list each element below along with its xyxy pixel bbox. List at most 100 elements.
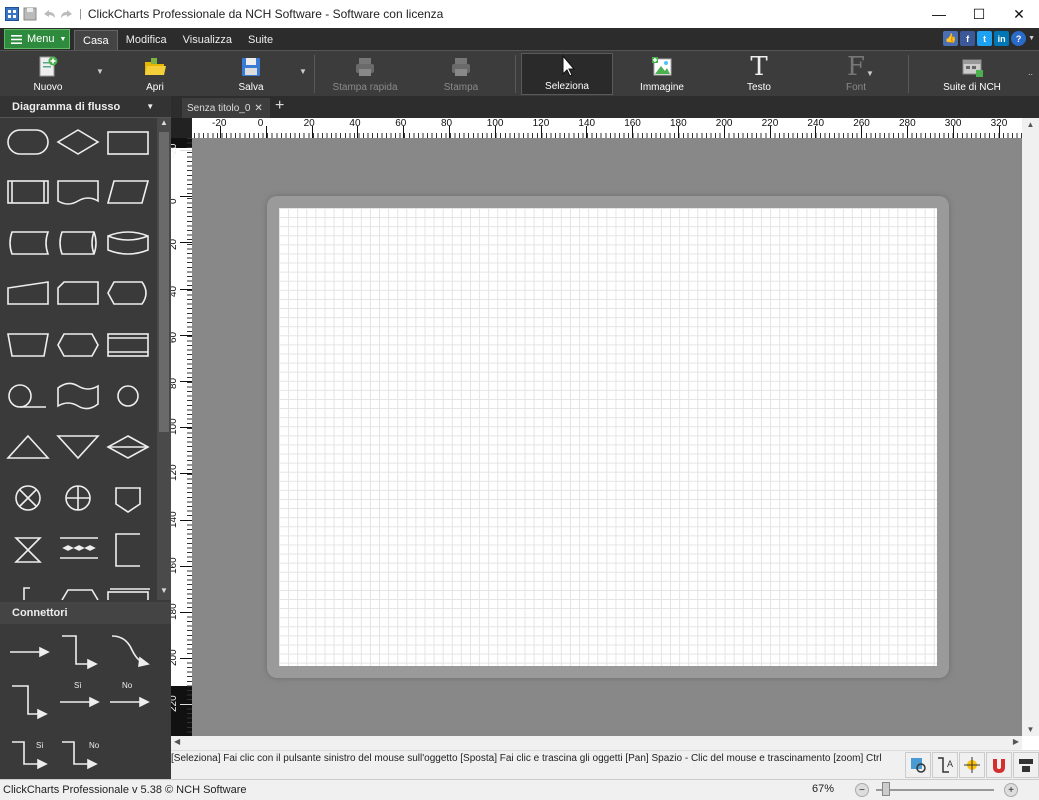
ruler-major-tick (180, 565, 192, 567)
magnet-icon[interactable] (986, 752, 1012, 778)
connector-elbow-down (12, 685, 48, 720)
scroll-thumb[interactable] (159, 132, 169, 432)
ruler-label-v: 140 (171, 510, 179, 528)
ruler-major-tick (449, 126, 450, 138)
minimize-button[interactable]: — (919, 0, 959, 28)
page-grid[interactable] (279, 208, 937, 666)
ruler-major-tick (586, 126, 588, 138)
ruler-major-tick (180, 150, 192, 151)
text-connector-icon[interactable]: A (932, 752, 958, 778)
shape-extract (6, 434, 50, 459)
ruler-label-v: 60 (171, 331, 179, 343)
ruler-minor-ticks (192, 118, 1022, 138)
image-button[interactable]: Immagine (634, 53, 690, 95)
toolbar-overflow-icon[interactable]: .. (1028, 67, 1033, 77)
save-dropdown-icon[interactable]: ▼ (299, 67, 307, 76)
scroll-left-icon[interactable]: ◀ (174, 737, 180, 746)
print-button[interactable]: Stampa (436, 53, 486, 95)
ruler-major-tick (907, 126, 908, 138)
canvas-vertical-scrollbar[interactable]: ▲ ▼ (1022, 118, 1039, 736)
shapes-panel-header[interactable]: Diagramma di flusso ▼ (0, 96, 171, 118)
ruler-major-tick (769, 126, 771, 138)
linkedin-icon[interactable]: in (994, 31, 1010, 46)
tab-suite[interactable]: Suite (240, 30, 281, 50)
shape-stored-data (9, 231, 50, 255)
image-icon (650, 55, 674, 79)
scroll-up-icon[interactable]: ▲ (157, 118, 171, 132)
ruler-label-v: 0 (171, 199, 179, 205)
ruler-major-tick (632, 126, 634, 138)
horizontal-ruler: -20 0 20 40 60 80 100 120 140 160 180 200 220 240 260 2… (192, 118, 1022, 138)
open-button[interactable]: Apri (130, 53, 180, 95)
connector-yes (60, 696, 100, 708)
image-label: Immagine (640, 82, 684, 93)
canvas-horizontal-scrollbar[interactable]: ◀ ▶ (171, 736, 1022, 750)
status-hint: [Seleziona] Fai clic con il pulsante sin… (171, 753, 882, 764)
quick-save-icon[interactable] (23, 7, 37, 21)
toolbar-divider (314, 55, 315, 93)
ruler-major-tick (180, 381, 192, 382)
ruler-major-tick (952, 126, 954, 138)
undo-icon[interactable] (41, 7, 55, 21)
zoom-slider[interactable] (876, 789, 994, 791)
scroll-right-icon[interactable]: ▶ (1013, 737, 1019, 746)
new-label: Nuovo (33, 82, 63, 93)
redo-icon[interactable] (59, 7, 73, 21)
ruler-label-v: 80 (171, 377, 179, 389)
document-tabs: Senza titolo_0 ✕ + (171, 96, 1039, 118)
vertical-ruler: -20 0 20 40 60 80 100 120 140 160 180 200 220 (171, 138, 192, 736)
cursor-arrow-icon (555, 54, 579, 78)
close-button[interactable]: ✕ (999, 0, 1039, 28)
connector-straight (10, 646, 50, 658)
menu-button[interactable]: Menu ▼ (4, 29, 70, 49)
shape-predefined-process (7, 180, 49, 204)
print-label: Stampa (443, 82, 479, 93)
ruler-label-h: 40 (349, 118, 361, 129)
ruler-label-v: -20 (171, 143, 179, 158)
document-tab[interactable]: Senza titolo_0 ✕ (182, 98, 270, 118)
status-bar: [Seleziona] Fai clic con il pulsante sin… (171, 750, 1039, 779)
ruler-label-v: 20 (171, 239, 179, 251)
twitter-icon[interactable]: t (977, 31, 993, 46)
zoom-in-button[interactable]: + (1004, 783, 1018, 797)
open-label: Apri (146, 82, 164, 93)
facebook-icon[interactable]: f (960, 31, 976, 46)
scroll-down-icon[interactable]: ▼ (157, 586, 171, 600)
ruler-major-tick (180, 427, 192, 429)
tab-visualizza[interactable]: Visualizza (175, 30, 240, 50)
shape-manual-operation (7, 333, 49, 357)
text-button[interactable]: T Testo (738, 52, 780, 95)
help-icon[interactable]: ? (1011, 31, 1027, 46)
snap-icon[interactable] (959, 752, 985, 778)
drawing-canvas[interactable] (192, 138, 1022, 736)
tab-modifica[interactable]: Modifica (118, 30, 175, 50)
zoom-out-button[interactable]: − (855, 783, 869, 797)
close-tab-icon[interactable]: ✕ (254, 103, 262, 114)
quick-print-button[interactable]: Stampa rapida (330, 53, 400, 95)
connector-elbow-yes-label: Sì (36, 741, 44, 750)
nch-suite-button[interactable]: Suite di NCH (940, 53, 1004, 95)
ruler-label-v: 220 (171, 695, 179, 713)
shapes-scrollbar[interactable]: ▲ ▼ (157, 118, 171, 600)
ruler-label-h: 80 (441, 118, 453, 129)
save-button[interactable]: Salva (226, 53, 276, 95)
scroll-up-icon[interactable]: ▲ (1022, 120, 1039, 129)
ruler-major-tick (180, 612, 192, 613)
shape-sequential-data (8, 384, 32, 408)
align-icon[interactable] (1013, 752, 1039, 778)
window-title: ClickCharts Professionale da NCH Softwar… (87, 7, 444, 21)
font-dropdown-icon[interactable]: ▼ (866, 69, 874, 78)
add-tab-button[interactable]: + (275, 97, 284, 115)
select-button[interactable]: Seleziona (521, 53, 613, 95)
new-dropdown-icon[interactable]: ▼ (96, 67, 104, 76)
shape-collate (14, 537, 42, 563)
maximize-button[interactable]: ☐ (959, 0, 999, 28)
help-dropdown-icon[interactable]: ▼ (1028, 35, 1035, 46)
zoom-slider-thumb[interactable] (882, 782, 890, 796)
new-button[interactable]: Nuovo (22, 53, 74, 95)
search-shape-icon[interactable] (905, 752, 931, 778)
tab-casa[interactable]: Casa (74, 30, 118, 50)
toolbar-divider (908, 55, 909, 93)
like-icon[interactable]: 👍 (943, 31, 959, 46)
scroll-down-icon[interactable]: ▼ (1022, 725, 1039, 734)
